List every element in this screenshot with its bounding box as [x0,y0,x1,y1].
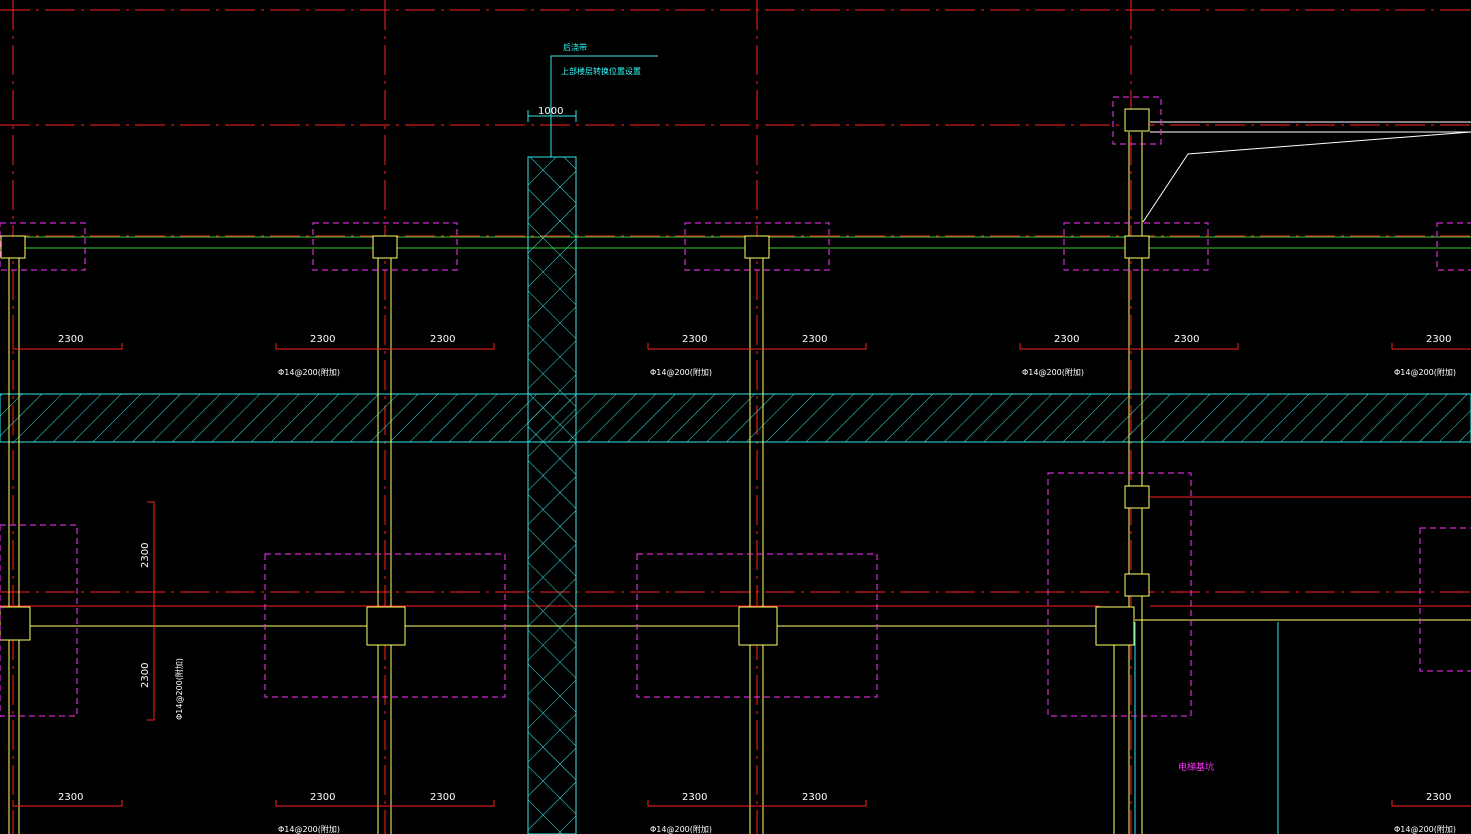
dim-2300: 2300 [58,334,83,345]
dim-2300-vertical: 2300 [140,663,151,688]
rebar-note: Φ14@200(附加) [278,824,340,834]
rebar-note: Φ14@200(附加) [278,367,340,377]
dim-2300: 2300 [802,334,827,345]
dim-2300: 2300 [58,792,83,803]
dim-2300: 2300 [1174,334,1199,345]
rebar-note: Φ14@200(附加) [1394,367,1456,377]
dimension-1000: 1000 [538,106,563,117]
annotation-line2: 上部楼层转换位置设置 [561,66,641,76]
dim-2300: 2300 [1054,334,1079,345]
rebar-note: Φ14@200(附加) [650,367,712,377]
dim-2300: 2300 [310,334,335,345]
elevator-pit-label: 电梯基坑 [1178,761,1214,773]
dim-2300: 2300 [1426,792,1451,803]
dim-2300: 2300 [1426,334,1451,345]
dim-2300: 2300 [682,334,707,345]
dim-2300: 2300 [310,792,335,803]
dim-2300: 2300 [682,792,707,803]
crosshatch-post-pour-band [527,156,577,834]
dim-2300: 2300 [430,334,455,345]
rebar-note-vertical: Φ14@200(附加) [174,658,184,720]
rebar-note: Φ14@200(附加) [1394,824,1456,834]
rebar-note: Φ14@200(附加) [650,824,712,834]
dim-2300-vertical: 2300 [140,543,151,568]
dim-2300: 2300 [802,792,827,803]
cad-drawing-canvas: 后浇带 上部楼层转换位置设置 1000 2300 2300 2300 2300 … [0,0,1471,834]
rebar-note: Φ14@200(附加) [1022,367,1084,377]
annotation-line1: 后浇带 [563,42,587,52]
dim-2300: 2300 [430,792,455,803]
hatch-strip [0,393,1471,443]
